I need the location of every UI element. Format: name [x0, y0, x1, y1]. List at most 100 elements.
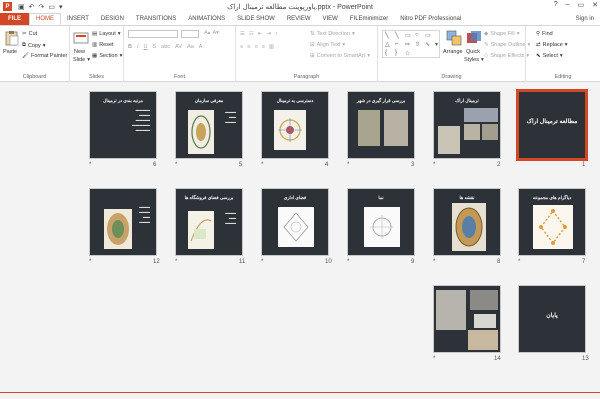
- font-name-select[interactable]: [128, 30, 178, 38]
- align-right-icon[interactable]: ≡: [254, 44, 257, 50]
- slide-thumbnail[interactable]: نما: [347, 188, 415, 256]
- strikethrough-icon[interactable]: abc: [161, 44, 170, 50]
- shape-fill-button[interactable]: ◆ Shape Fill ▾: [484, 31, 519, 37]
- minimize-button[interactable]: –: [566, 1, 570, 9]
- save-icon[interactable]: ▣: [18, 3, 25, 11]
- font-color-icon[interactable]: A: [199, 44, 203, 50]
- tab-animations[interactable]: ANIMATIONS: [182, 13, 231, 25]
- arrange-button[interactable]: Arrange: [443, 49, 463, 55]
- tab-design[interactable]: DESIGN: [95, 13, 130, 25]
- replace-button[interactable]: ⇄ Replace ▾: [536, 42, 568, 48]
- font-size-buttons[interactable]: A▴ A▾: [204, 30, 219, 36]
- slide-thumbnail[interactable]: [433, 285, 501, 353]
- slide-thumbnail[interactable]: معرفی سازمان ▬▬▬ ▬▬ ▬▬▬: [175, 91, 243, 159]
- transition-marker[interactable]: *: [347, 259, 349, 265]
- triangle-shape-icon[interactable]: △: [385, 41, 390, 48]
- arrow-shape-icon[interactable]: ⇨: [405, 41, 410, 48]
- reset-button[interactable]: ▥ Reset: [92, 42, 114, 48]
- transition-marker[interactable]: *: [518, 259, 520, 265]
- layout-button[interactable]: ▤ Layout ▾: [92, 31, 120, 37]
- rectangle-shape-icon[interactable]: ▭: [405, 32, 411, 39]
- bold-icon[interactable]: B: [128, 44, 132, 50]
- char-spacing-icon[interactable]: AV: [175, 44, 182, 50]
- maximize-button[interactable]: ▭: [578, 1, 585, 9]
- slide-thumbnail[interactable]: بررسی فضای فروشگاه ها ▬▬▬ ▬▬ ▬▬▬: [175, 188, 243, 256]
- underline-icon[interactable]: U: [144, 44, 148, 50]
- transition-marker[interactable]: *: [347, 162, 349, 168]
- convert-smartart-button[interactable]: ⊞ Convert to SmartArt ▾: [310, 53, 370, 59]
- line-shape-icon[interactable]: ⌐: [395, 41, 399, 47]
- star-shape-icon[interactable]: ☆: [405, 50, 410, 57]
- italic-icon[interactable]: I: [137, 44, 139, 50]
- tab-view[interactable]: VIEW: [317, 13, 344, 25]
- shape-effects-button[interactable]: ◇ Shape Effects ▾: [484, 53, 529, 59]
- tab-nitro-pdf[interactable]: Nitro PDF Professional: [394, 13, 467, 25]
- decrease-indent-icon[interactable]: ⇤: [258, 31, 263, 37]
- paste-button[interactable]: Paste: [3, 49, 17, 55]
- tab-slide-show[interactable]: SLIDE SHOW: [231, 13, 281, 25]
- transition-marker[interactable]: *: [261, 162, 263, 168]
- increase-indent-icon[interactable]: ⇥: [266, 31, 271, 37]
- shape-outline-button[interactable]: ✎ Shape Outline ▾: [484, 42, 530, 48]
- rectangle-shape-icon[interactable]: ▭: [425, 32, 431, 39]
- help-button[interactable]: ?: [554, 1, 558, 9]
- slide-thumbnail[interactable]: ترمینال اراک: [433, 91, 501, 159]
- line-shape-icon[interactable]: ╲: [385, 32, 389, 39]
- align-text-button[interactable]: ⊟ Align Text ▾: [310, 42, 345, 48]
- brace-shape-icon[interactable]: }: [395, 50, 397, 56]
- tab-review[interactable]: REVIEW: [281, 13, 317, 25]
- text-direction-button[interactable]: ⇅ Text Direction ▾: [310, 31, 355, 37]
- tab-insert[interactable]: INSERT: [61, 13, 95, 25]
- new-slide-dropdown[interactable]: Slide ▾: [73, 57, 90, 63]
- align-left-icon[interactable]: ≡: [240, 44, 243, 50]
- undo-icon[interactable]: ↶: [29, 3, 35, 11]
- line-spacing-icon[interactable]: ↕: [275, 31, 278, 37]
- font-size-select[interactable]: [181, 30, 199, 38]
- oval-shape-icon[interactable]: ○: [415, 32, 419, 38]
- transition-marker[interactable]: *: [89, 259, 91, 265]
- transition-marker[interactable]: *: [175, 162, 177, 168]
- close-button[interactable]: ✕: [592, 1, 598, 9]
- redo-icon[interactable]: ↷: [39, 3, 45, 11]
- copy-button[interactable]: ⧉ Copy ▾: [22, 42, 46, 49]
- slide-thumbnail[interactable]: بررسی قرار گیری در شهر: [347, 91, 415, 159]
- customize-toolbar-icon[interactable]: ▾: [59, 3, 63, 11]
- section-button[interactable]: ▦ Section ▾: [92, 53, 122, 59]
- more-shapes-icon[interactable]: ▾: [435, 41, 438, 48]
- cut-button[interactable]: ✂ Cut: [22, 31, 37, 37]
- slide-thumbnail[interactable]: فضای اداری: [261, 188, 329, 256]
- select-button[interactable]: ⬉ Select ▾: [536, 53, 563, 59]
- curve-shape-icon[interactable]: ∿: [425, 41, 430, 48]
- arrange-icon[interactable]: [446, 30, 462, 46]
- paste-icon[interactable]: [4, 30, 20, 46]
- align-center-icon[interactable]: ≡: [247, 44, 250, 50]
- quick-styles-dropdown[interactable]: Styles ▾: [464, 57, 484, 63]
- slide-thumbnail[interactable]: نقشه ها: [433, 188, 501, 256]
- format-painter-button[interactable]: 🖌 Format Painter: [22, 53, 67, 59]
- tab-transitions[interactable]: TRANSITIONS: [130, 13, 182, 25]
- slide-thumbnail[interactable]: مرتبه بندی در ترمینال ▬▬▬▬ ▬▬▬ ▬▬▬▬ ▬▬▬▬▬ ▬▬…: [89, 91, 157, 159]
- brace-shape-icon[interactable]: {: [385, 50, 387, 56]
- slide-thumbnail[interactable]: مطالعه ترمینال اراک: [516, 89, 588, 161]
- start-from-beginning-icon[interactable]: ▭: [48, 3, 55, 11]
- shadow-icon[interactable]: S: [153, 44, 157, 50]
- new-slide-label[interactable]: New: [74, 49, 85, 55]
- sign-in-link[interactable]: Sign in: [576, 16, 594, 22]
- bullets-icon[interactable]: ☰: [240, 31, 245, 37]
- slide-thumbnail[interactable]: پایان: [518, 285, 586, 353]
- transition-marker[interactable]: *: [175, 259, 177, 265]
- arrow-shape-icon[interactable]: ⇧: [415, 41, 420, 48]
- quick-styles-button[interactable]: Quick: [466, 49, 480, 55]
- columns-icon[interactable]: ▥: [269, 44, 274, 50]
- new-slide-icon[interactable]: [73, 30, 89, 46]
- transition-marker[interactable]: *: [261, 259, 263, 265]
- slide-thumbnail[interactable]: دیاگرام های مجموعه: [518, 188, 586, 256]
- tab-file[interactable]: FILE: [0, 13, 29, 25]
- transition-marker[interactable]: *: [433, 356, 435, 362]
- shapes-gallery[interactable]: ╲ ╲ ▭ ○ ▭ △ ⌐ ⇨ ⇧ ∿ { } ☆ ▾: [382, 30, 440, 58]
- numbering-icon[interactable]: ☷: [249, 31, 254, 37]
- transition-marker[interactable]: *: [433, 259, 435, 265]
- transition-marker[interactable]: *: [433, 162, 435, 168]
- transition-marker[interactable]: *: [89, 162, 91, 168]
- tab-fileminimizer[interactable]: FILEminimizer: [344, 13, 394, 25]
